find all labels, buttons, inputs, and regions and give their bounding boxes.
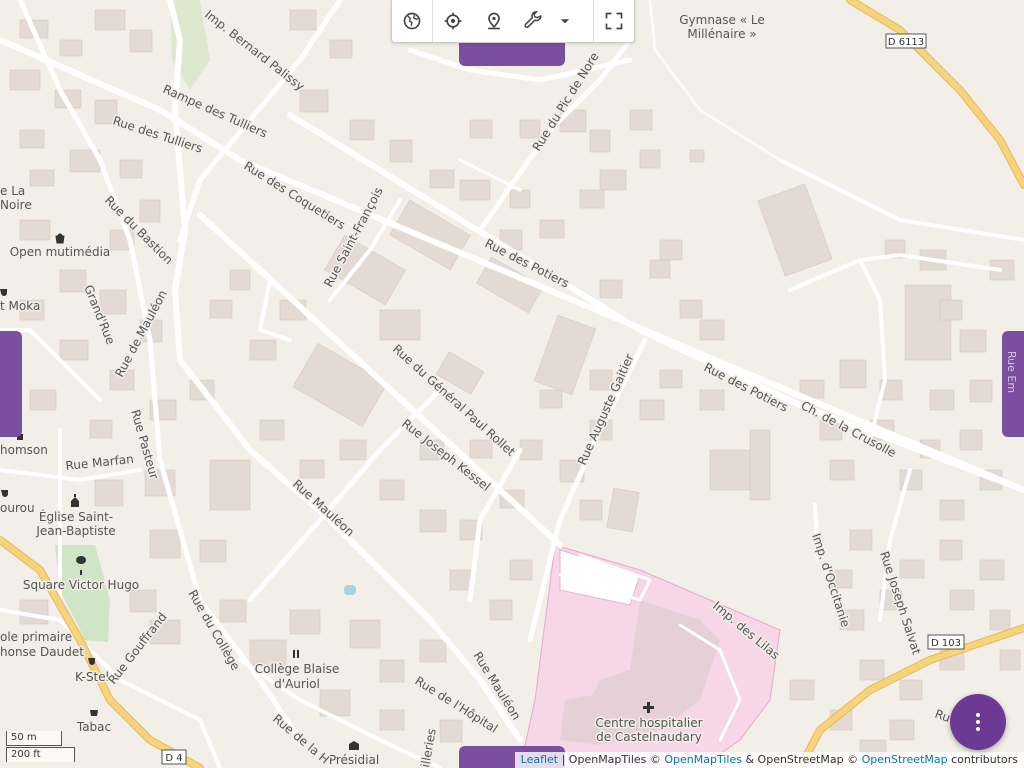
- svg-text:D 103: D 103: [931, 638, 961, 649]
- locate-button[interactable]: [433, 0, 473, 42]
- label-thomson: homson: [0, 443, 48, 457]
- road-shield-d103: D 103: [927, 634, 965, 650]
- label-college-2: d'Auriol: [274, 677, 320, 691]
- globe-icon: [403, 12, 421, 30]
- label-ourou: ourou: [0, 501, 35, 515]
- top-panel-handle[interactable]: [459, 42, 565, 66]
- attribution: Leaflet | OpenMapTiles © OpenMapTiles & …: [514, 752, 1024, 768]
- label-eglise-2: Jean-Baptiste: [35, 524, 115, 538]
- svg-text:D 6113: D 6113: [888, 37, 924, 48]
- label-hopital-1: Centre hospitalier: [595, 716, 702, 730]
- map-toolbar: [391, 0, 635, 43]
- more-options-button[interactable]: [950, 694, 1006, 750]
- pin-search-button[interactable]: [474, 0, 514, 42]
- label-moka: t Moka: [0, 299, 40, 313]
- openstreetmap-link[interactable]: OpenStreetMap: [862, 753, 948, 766]
- wrench-button[interactable]: [514, 0, 554, 42]
- label-tabac: Tabac: [76, 720, 111, 734]
- fullscreen-icon: [605, 12, 623, 30]
- label-gymnase-2: Millénaire »: [687, 27, 756, 41]
- map-canvas[interactable]: D 6113 D 103 D 4 Gymnase « Le Millénaire…: [0, 0, 1024, 768]
- water-feature: [344, 585, 356, 595]
- scale-imperial: 200 ft: [6, 747, 75, 762]
- leaflet-link[interactable]: Leaflet: [521, 753, 558, 766]
- label-eglise-1: Église Saint-: [39, 509, 113, 524]
- label-hopital-2: de Castelnaudary: [596, 730, 702, 744]
- label-gymnase-1: Gymnase « Le: [679, 13, 765, 27]
- label-ecole-1: ole primaire: [0, 630, 72, 644]
- label-open-mutimedia: Open mutimédia: [10, 245, 111, 259]
- globe-button[interactable]: [392, 0, 432, 42]
- more-tools-dropdown[interactable]: [554, 0, 575, 42]
- label-square: Square Victor Hugo: [23, 578, 139, 592]
- fullscreen-button[interactable]: [594, 0, 634, 42]
- label-lanoire-1: e La: [0, 184, 25, 198]
- right-panel-handle[interactable]: Rue Em: [1002, 331, 1024, 437]
- label-lanoire-2: Noire: [0, 198, 32, 212]
- scale-metric: 50 m: [6, 731, 62, 746]
- wrench-icon: [524, 11, 542, 29]
- right-panel-label: Rue Em: [1005, 351, 1018, 394]
- openmaptiles-link[interactable]: OpenMapTiles: [664, 753, 742, 766]
- label-ecole-2: honse Daudet: [0, 645, 84, 659]
- label-kstel: K-Stel: [75, 670, 109, 684]
- locate-icon: [445, 12, 462, 30]
- label-college-1: Collège Blaise: [255, 662, 339, 676]
- pin-search-icon: [487, 12, 500, 30]
- road-shield-d4: D 4: [161, 749, 187, 765]
- road-shield-d6113: D 6113: [885, 33, 927, 49]
- more-vertical-icon: [976, 713, 980, 731]
- left-panel-handle[interactable]: [0, 331, 22, 437]
- shop-icon: [90, 710, 98, 716]
- svg-text:D 4: D 4: [165, 753, 182, 764]
- chevron-down-icon: [560, 19, 569, 24]
- label-presidial: Présidial: [329, 753, 379, 767]
